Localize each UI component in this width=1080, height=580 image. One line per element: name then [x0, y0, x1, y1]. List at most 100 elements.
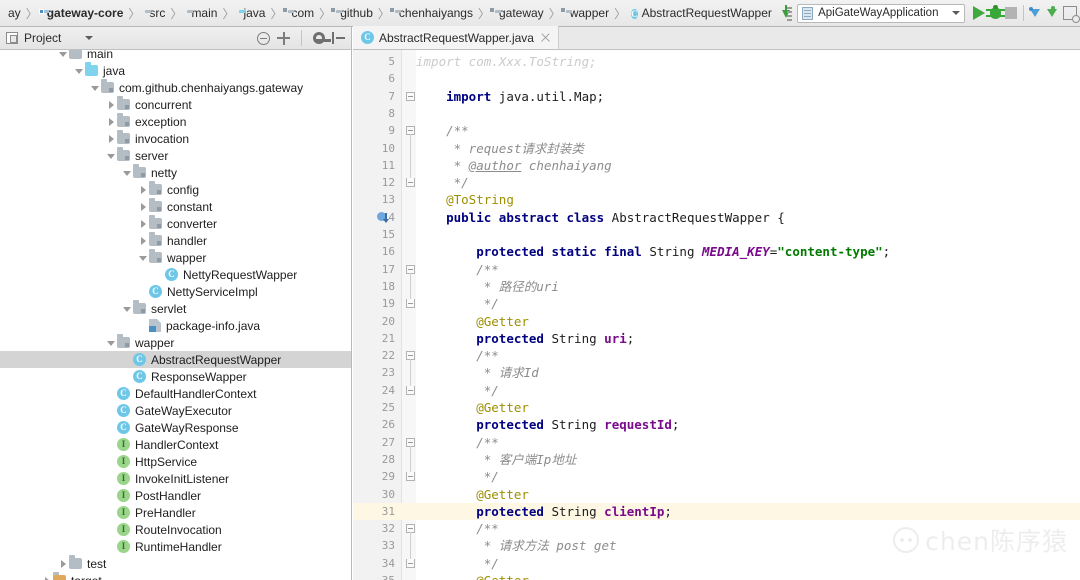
chevron-closed-icon[interactable] [106, 133, 117, 144]
line-number: 13 [381, 193, 395, 207]
chevron-open-icon[interactable] [74, 65, 85, 76]
chevron-closed-icon[interactable] [106, 116, 117, 127]
chevron-closed-icon[interactable] [138, 218, 149, 229]
tree-item[interactable]: server [0, 147, 351, 164]
code-token: chenhaiyang [521, 157, 612, 173]
chevron-closed-icon[interactable] [58, 558, 69, 569]
tree-item[interactable]: servlet [0, 300, 351, 317]
chevron-open-icon[interactable] [90, 82, 101, 93]
tree-item[interactable]: netty [0, 164, 351, 181]
chevron-closed-icon[interactable] [106, 99, 117, 110]
tree-item[interactable]: I HandlerContext [0, 436, 351, 453]
tree-item[interactable]: C NettyServiceImpl [0, 283, 351, 300]
project-tree[interactable]: main java com.github.chenhaiyangs.gateway c… [0, 50, 352, 580]
code-editor[interactable]: 5 import com.Xxx.ToString; 6 7 import java.… [353, 50, 1080, 580]
tree-item[interactable]: test [0, 555, 351, 572]
tree-item[interactable]: C NettyRequestWapper [0, 266, 351, 283]
tree-item[interactable]: handler [0, 232, 351, 249]
project-panel-title: Project [24, 31, 62, 45]
code-token: ; [626, 330, 635, 346]
breadcrumb-item-gateway[interactable]: gateway [493, 0, 546, 27]
tree-item[interactable]: converter [0, 215, 351, 232]
tree-item[interactable]: I HttpService [0, 453, 351, 470]
fold-marker[interactable] [406, 91, 415, 101]
download-updates-icon[interactable] [781, 4, 793, 21]
chevron-closed-icon[interactable] [42, 575, 53, 580]
hide-icon[interactable] [332, 32, 345, 44]
tree-item[interactable]: com.github.chenhaiyangs.gateway [0, 79, 351, 96]
fold-marker[interactable] [406, 558, 415, 568]
tree-item[interactable]: package-info.java [0, 317, 351, 334]
stop-button[interactable] [1003, 2, 1019, 24]
locate-icon[interactable] [277, 31, 290, 45]
tree-item[interactable]: main [0, 50, 351, 62]
tree-item[interactable]: wapper [0, 249, 351, 266]
debug-button[interactable] [985, 2, 1005, 24]
tree-item[interactable]: concurrent [0, 96, 351, 113]
code-token: @ToString [446, 192, 514, 208]
breadcrumb-item-java[interactable]: java [237, 0, 267, 27]
breadcrumb-item-github[interactable]: github [334, 0, 375, 27]
breadcrumb-item-ay[interactable]: ay [2, 0, 23, 27]
chevron-down-icon[interactable] [85, 36, 94, 40]
editor-tab-abstractrequestwapper[interactable]: C AbstractRequestWapper.java [353, 26, 559, 49]
breadcrumb-item-wapper[interactable]: wapper [564, 0, 611, 27]
run-configuration-selector[interactable]: ApiGateWayApplication [797, 3, 966, 23]
collapse-all-icon[interactable] [257, 31, 270, 45]
tree-item-label: main [87, 50, 114, 61]
implementations-icon[interactable] [377, 211, 389, 224]
vcs-history-button[interactable] [1062, 2, 1080, 24]
tree-item[interactable]: target [0, 572, 351, 580]
tree-item[interactable]: C ResponseWapper [0, 368, 351, 385]
line-number: 18 [381, 279, 395, 293]
chevron-open-icon[interactable] [58, 50, 69, 59]
vcs-update-button[interactable] [1028, 2, 1045, 24]
breadcrumb-item-main[interactable]: main [185, 0, 219, 27]
tree-item[interactable]: C DefaultHandlerContext [0, 385, 351, 402]
fold-marker[interactable] [406, 178, 415, 188]
fold-marker[interactable] [406, 472, 415, 482]
breadcrumb-item-abstractrequestwapper[interactable]: C AbstractRequestWapper [629, 0, 774, 27]
settings-gear-icon[interactable] [313, 32, 331, 44]
close-icon[interactable] [541, 33, 550, 42]
breadcrumb-item-chenhaiyangs[interactable]: chenhaiyangs [393, 0, 475, 27]
chevron-open-icon[interactable] [106, 150, 117, 161]
code-token: * 路径的uri [416, 278, 559, 294]
breadcrumb-item-com[interactable]: com [286, 0, 317, 27]
chevron-open-icon[interactable] [122, 167, 133, 178]
tree-item[interactable]: java [0, 62, 351, 79]
tree-item[interactable]: I RouteInvocation [0, 521, 351, 538]
code-token: ; [664, 503, 672, 519]
class-icon: C [149, 285, 162, 298]
tree-item[interactable]: C GateWayExecutor [0, 402, 351, 419]
vcs-commit-button[interactable] [1045, 2, 1062, 24]
fold-marker[interactable] [406, 385, 415, 395]
breadcrumb-item-gateway-core[interactable]: gateway-core [41, 0, 126, 27]
chevron-closed-icon[interactable] [138, 184, 149, 195]
chevron-closed-icon[interactable] [138, 201, 149, 212]
tree-item[interactable]: invocation [0, 130, 351, 147]
tree-item[interactable]: I InvokeInitListener [0, 470, 351, 487]
tree-item-selected[interactable]: C AbstractRequestWapper [0, 351, 351, 368]
chevron-open-icon[interactable] [138, 252, 149, 263]
interface-icon: I [117, 472, 130, 485]
tree-item[interactable]: I PostHandler [0, 487, 351, 504]
tree-item[interactable]: C GateWayResponse [0, 419, 351, 436]
breadcrumb-label: com [291, 6, 315, 20]
tree-item[interactable]: config [0, 181, 351, 198]
breadcrumb-item-src[interactable]: src [143, 0, 167, 27]
chevron-closed-icon[interactable] [138, 235, 149, 246]
editor-tab-label: AbstractRequestWapper.java [379, 30, 534, 45]
tree-item-label: target [71, 574, 102, 580]
line-number: 21 [381, 331, 395, 345]
tree-item[interactable]: exception [0, 113, 351, 130]
tree-item[interactable]: constant [0, 198, 351, 215]
fold-marker[interactable] [406, 299, 415, 309]
tree-item[interactable]: wapper [0, 334, 351, 351]
tree-item[interactable]: I RuntimeHandler [0, 538, 351, 555]
chevron-open-icon[interactable] [106, 337, 117, 348]
tree-item[interactable]: I PreHandler [0, 504, 351, 521]
line-number: 23 [381, 366, 395, 380]
chevron-open-icon[interactable] [122, 303, 133, 314]
